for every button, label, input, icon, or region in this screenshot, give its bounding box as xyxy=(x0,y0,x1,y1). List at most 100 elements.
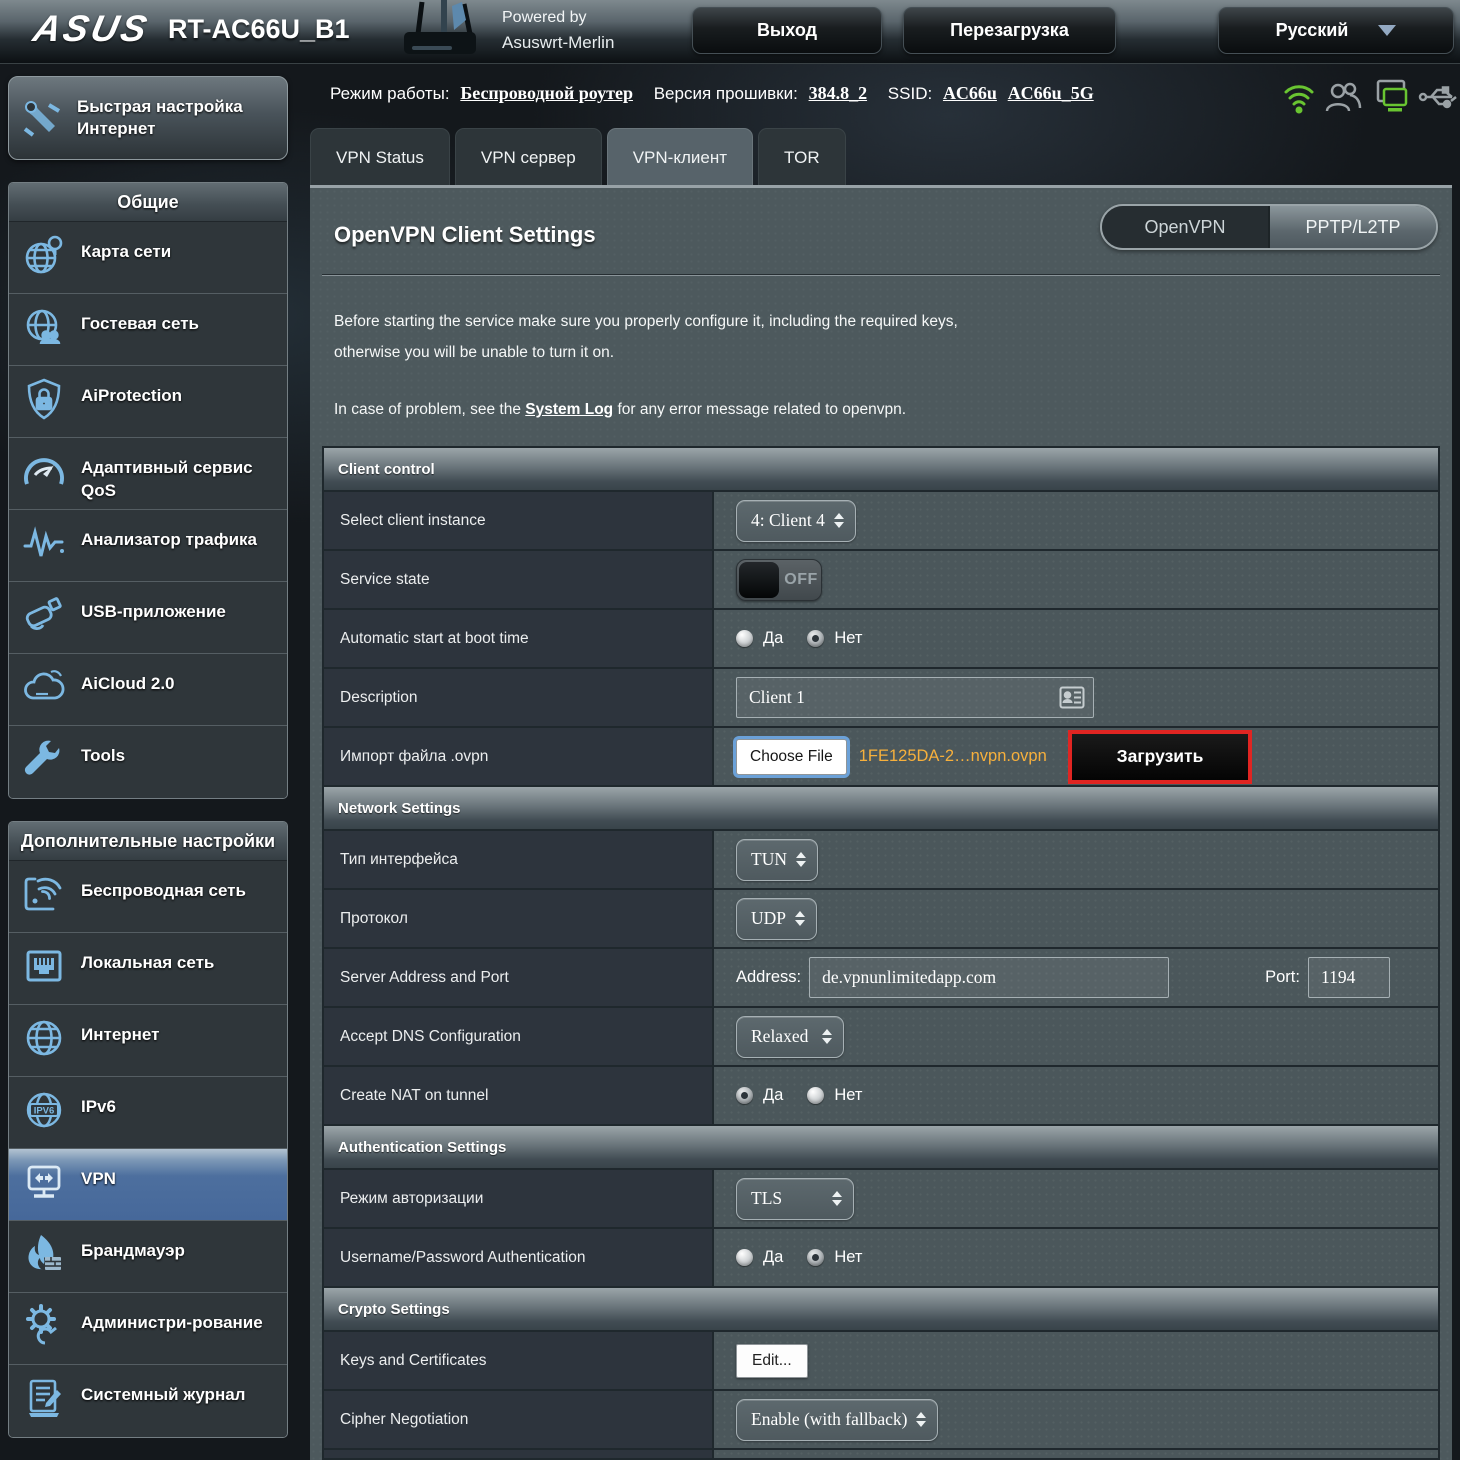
userpass-radio-group: Да Нет xyxy=(736,1248,1438,1267)
interface-type-label: Тип интерфейса xyxy=(322,829,714,890)
table-row: Протокол UDP xyxy=(322,888,1440,949)
sidebar-item-usb-application[interactable]: USB-приложение xyxy=(9,582,287,654)
client-instance-select[interactable]: 4: Client 4 xyxy=(736,499,856,542)
userpass-yes-radio[interactable] xyxy=(736,1249,753,1266)
nat-tunnel-label: Create NAT on tunnel xyxy=(322,1065,714,1126)
table-row: Тип интерфейса TUN xyxy=(322,829,1440,890)
userpass-no-radio[interactable] xyxy=(807,1249,825,1266)
sidebar-item-traffic-analyzer[interactable]: Анализатор трафика xyxy=(9,510,287,582)
firmware-link[interactable]: 384.8_2 xyxy=(809,83,868,103)
network-devices-icon[interactable] xyxy=(1370,78,1408,116)
protocol-select[interactable]: UDP xyxy=(736,897,818,940)
ssid-link-2[interactable]: AC66u_5G xyxy=(1008,83,1094,103)
sidebar-item-label: Карта сети xyxy=(81,242,172,261)
sidebar-item-vpn[interactable]: VPN xyxy=(9,1149,287,1221)
auto-start-label: Automatic start at boot time xyxy=(322,608,714,669)
usb-status-icon[interactable] xyxy=(1418,78,1457,116)
nat-no-radio[interactable] xyxy=(807,1087,825,1104)
language-dropdown[interactable]: Русский xyxy=(1218,7,1454,54)
sidebar-item-label: Беспроводная сеть xyxy=(81,881,246,900)
tab-vpn-status[interactable]: VPN Status xyxy=(310,128,450,185)
vpn-type-toggle: OpenVPN PPTP/L2TP xyxy=(1100,204,1438,250)
table-row: Username/Password Authentication Да Нет xyxy=(322,1227,1440,1288)
toggle-knob xyxy=(739,561,779,598)
auto-start-yes-radio[interactable] xyxy=(736,630,753,647)
asus-logo: ASUS xyxy=(29,8,154,49)
network-settings-header: Network Settings xyxy=(322,785,1440,831)
auth-mode-value: TLS xyxy=(751,1188,783,1208)
svg-text:IPV6: IPV6 xyxy=(34,1106,55,1117)
server-address-input[interactable] xyxy=(809,957,1170,998)
cloud-icon xyxy=(21,664,67,710)
keys-certs-label: Keys and Certificates xyxy=(322,1330,714,1391)
sidebar-item-aiprotection[interactable]: AiProtection xyxy=(9,366,287,438)
sidebar-item-aicloud[interactable]: AiCloud 2.0 xyxy=(9,654,287,726)
logout-button[interactable]: Выход xyxy=(692,7,882,54)
clients-icon[interactable] xyxy=(1324,78,1362,116)
wrench-icon xyxy=(21,736,67,782)
auto-start-no-radio[interactable] xyxy=(807,630,825,647)
tab-tor[interactable]: TOR xyxy=(758,128,846,185)
table-row: Импорт файла .ovpn Choose File 1FE125DA-… xyxy=(322,726,1440,787)
sidebar-item-label: Анализатор трафика xyxy=(81,530,257,549)
instance-label: Select client instance xyxy=(322,490,714,551)
sidebar-item-wireless[interactable]: Беспроводная сеть xyxy=(9,861,287,933)
sidebar-item-qos[interactable]: Адаптивный сервис QoS xyxy=(9,438,287,510)
sidebar-item-guest-network[interactable]: Гостевая сеть xyxy=(9,294,287,366)
interface-type-value: TUN xyxy=(751,849,787,869)
general-section-header: Общие xyxy=(9,183,287,222)
auth-mode-select[interactable]: TLS xyxy=(736,1177,854,1220)
cipher-negotiation-value: Enable (with fallback) xyxy=(751,1409,908,1429)
nat-yes-radio[interactable] xyxy=(736,1087,753,1104)
cipher-negotiation-select[interactable]: Enable (with fallback) xyxy=(736,1398,939,1441)
wifi-status-icon[interactable] xyxy=(1280,78,1318,116)
edit-keys-button[interactable]: Edit... xyxy=(736,1343,808,1378)
ssid-link-1[interactable]: AC66u xyxy=(943,83,997,103)
tab-vpn-server[interactable]: VPN сервер xyxy=(454,128,602,185)
sidebar-item-system-log[interactable]: Системный журнал xyxy=(9,1365,287,1437)
contact-card-icon[interactable] xyxy=(1059,686,1085,709)
problem-post: for any error message related to openvpn… xyxy=(613,401,907,418)
sidebar-advanced-section: Дополнительные настройки Беспроводная се… xyxy=(8,821,288,1438)
service-state-toggle[interactable]: OFF xyxy=(736,558,822,601)
sidebar-item-lan[interactable]: Локальная сеть xyxy=(9,933,287,1005)
sidebar-item-tools[interactable]: Tools xyxy=(9,726,287,798)
sidebar-item-administration[interactable]: Администри-рование xyxy=(9,1293,287,1365)
userpass-auth-label: Username/Password Authentication xyxy=(322,1227,714,1288)
mode-link[interactable]: Беспроводной роутер xyxy=(460,83,633,103)
openvpn-toggle-button[interactable]: OpenVPN xyxy=(1102,206,1270,248)
interface-type-select[interactable]: TUN xyxy=(736,838,818,881)
pptp-l2tp-toggle-button[interactable]: PPTP/L2TP xyxy=(1270,206,1436,248)
sidebar-general-section: Общие Карта сети Гостевая сеть AiProtect… xyxy=(8,182,288,799)
sidebar-item-label: Системный журнал xyxy=(81,1385,246,1404)
table-row: Create NAT on tunnel Да Нет xyxy=(322,1065,1440,1126)
usb-drive-icon xyxy=(21,592,67,638)
quick-setup-button[interactable]: Быстрая настройка Интернет xyxy=(8,76,288,160)
nat-radio-group: Да Нет xyxy=(736,1086,1438,1105)
table-row: Description xyxy=(322,667,1440,728)
sidebar-item-ipv6[interactable]: IPV6 IPv6 xyxy=(9,1077,287,1149)
sidebar-item-label: Гостевая сеть xyxy=(81,314,199,333)
powered-by-line1: Powered by xyxy=(502,9,587,26)
sidebar-item-label: Брандмауэр xyxy=(81,1241,185,1260)
system-log-link[interactable]: System Log xyxy=(525,401,613,418)
sidebar-item-network-map[interactable]: Карта сети xyxy=(9,222,287,294)
choose-file-button[interactable]: Choose File xyxy=(736,738,847,775)
tab-bar: VPN Status VPN сервер VPN-клиент TOR xyxy=(310,128,1452,185)
intro-text: Before starting the service make sure yo… xyxy=(334,306,1428,368)
address-field-label: Address: xyxy=(736,968,802,986)
table-row: Режим авторизации TLS xyxy=(322,1168,1440,1229)
sidebar-item-firewall[interactable]: Брандмауэр xyxy=(9,1221,287,1293)
tab-vpn-client[interactable]: VPN-клиент xyxy=(606,128,754,185)
sidebar-item-internet[interactable]: Интернет xyxy=(9,1005,287,1077)
powered-by: Powered by Asuswrt-Merlin xyxy=(502,5,614,55)
description-input[interactable] xyxy=(736,677,1094,718)
dns-config-select[interactable]: Relaxed xyxy=(736,1015,844,1058)
sidebar: Быстрая настройка Интернет Общие Карта с… xyxy=(8,76,288,1438)
port-input[interactable] xyxy=(1307,957,1390,998)
upload-highlight-box: Загрузить xyxy=(1068,729,1252,784)
client-control-header: Client control xyxy=(322,446,1440,492)
upload-button[interactable]: Загрузить xyxy=(1072,733,1248,780)
reboot-button[interactable]: Перезагрузка xyxy=(903,7,1116,54)
table-row: Keys and Certificates Edit... xyxy=(322,1330,1440,1391)
